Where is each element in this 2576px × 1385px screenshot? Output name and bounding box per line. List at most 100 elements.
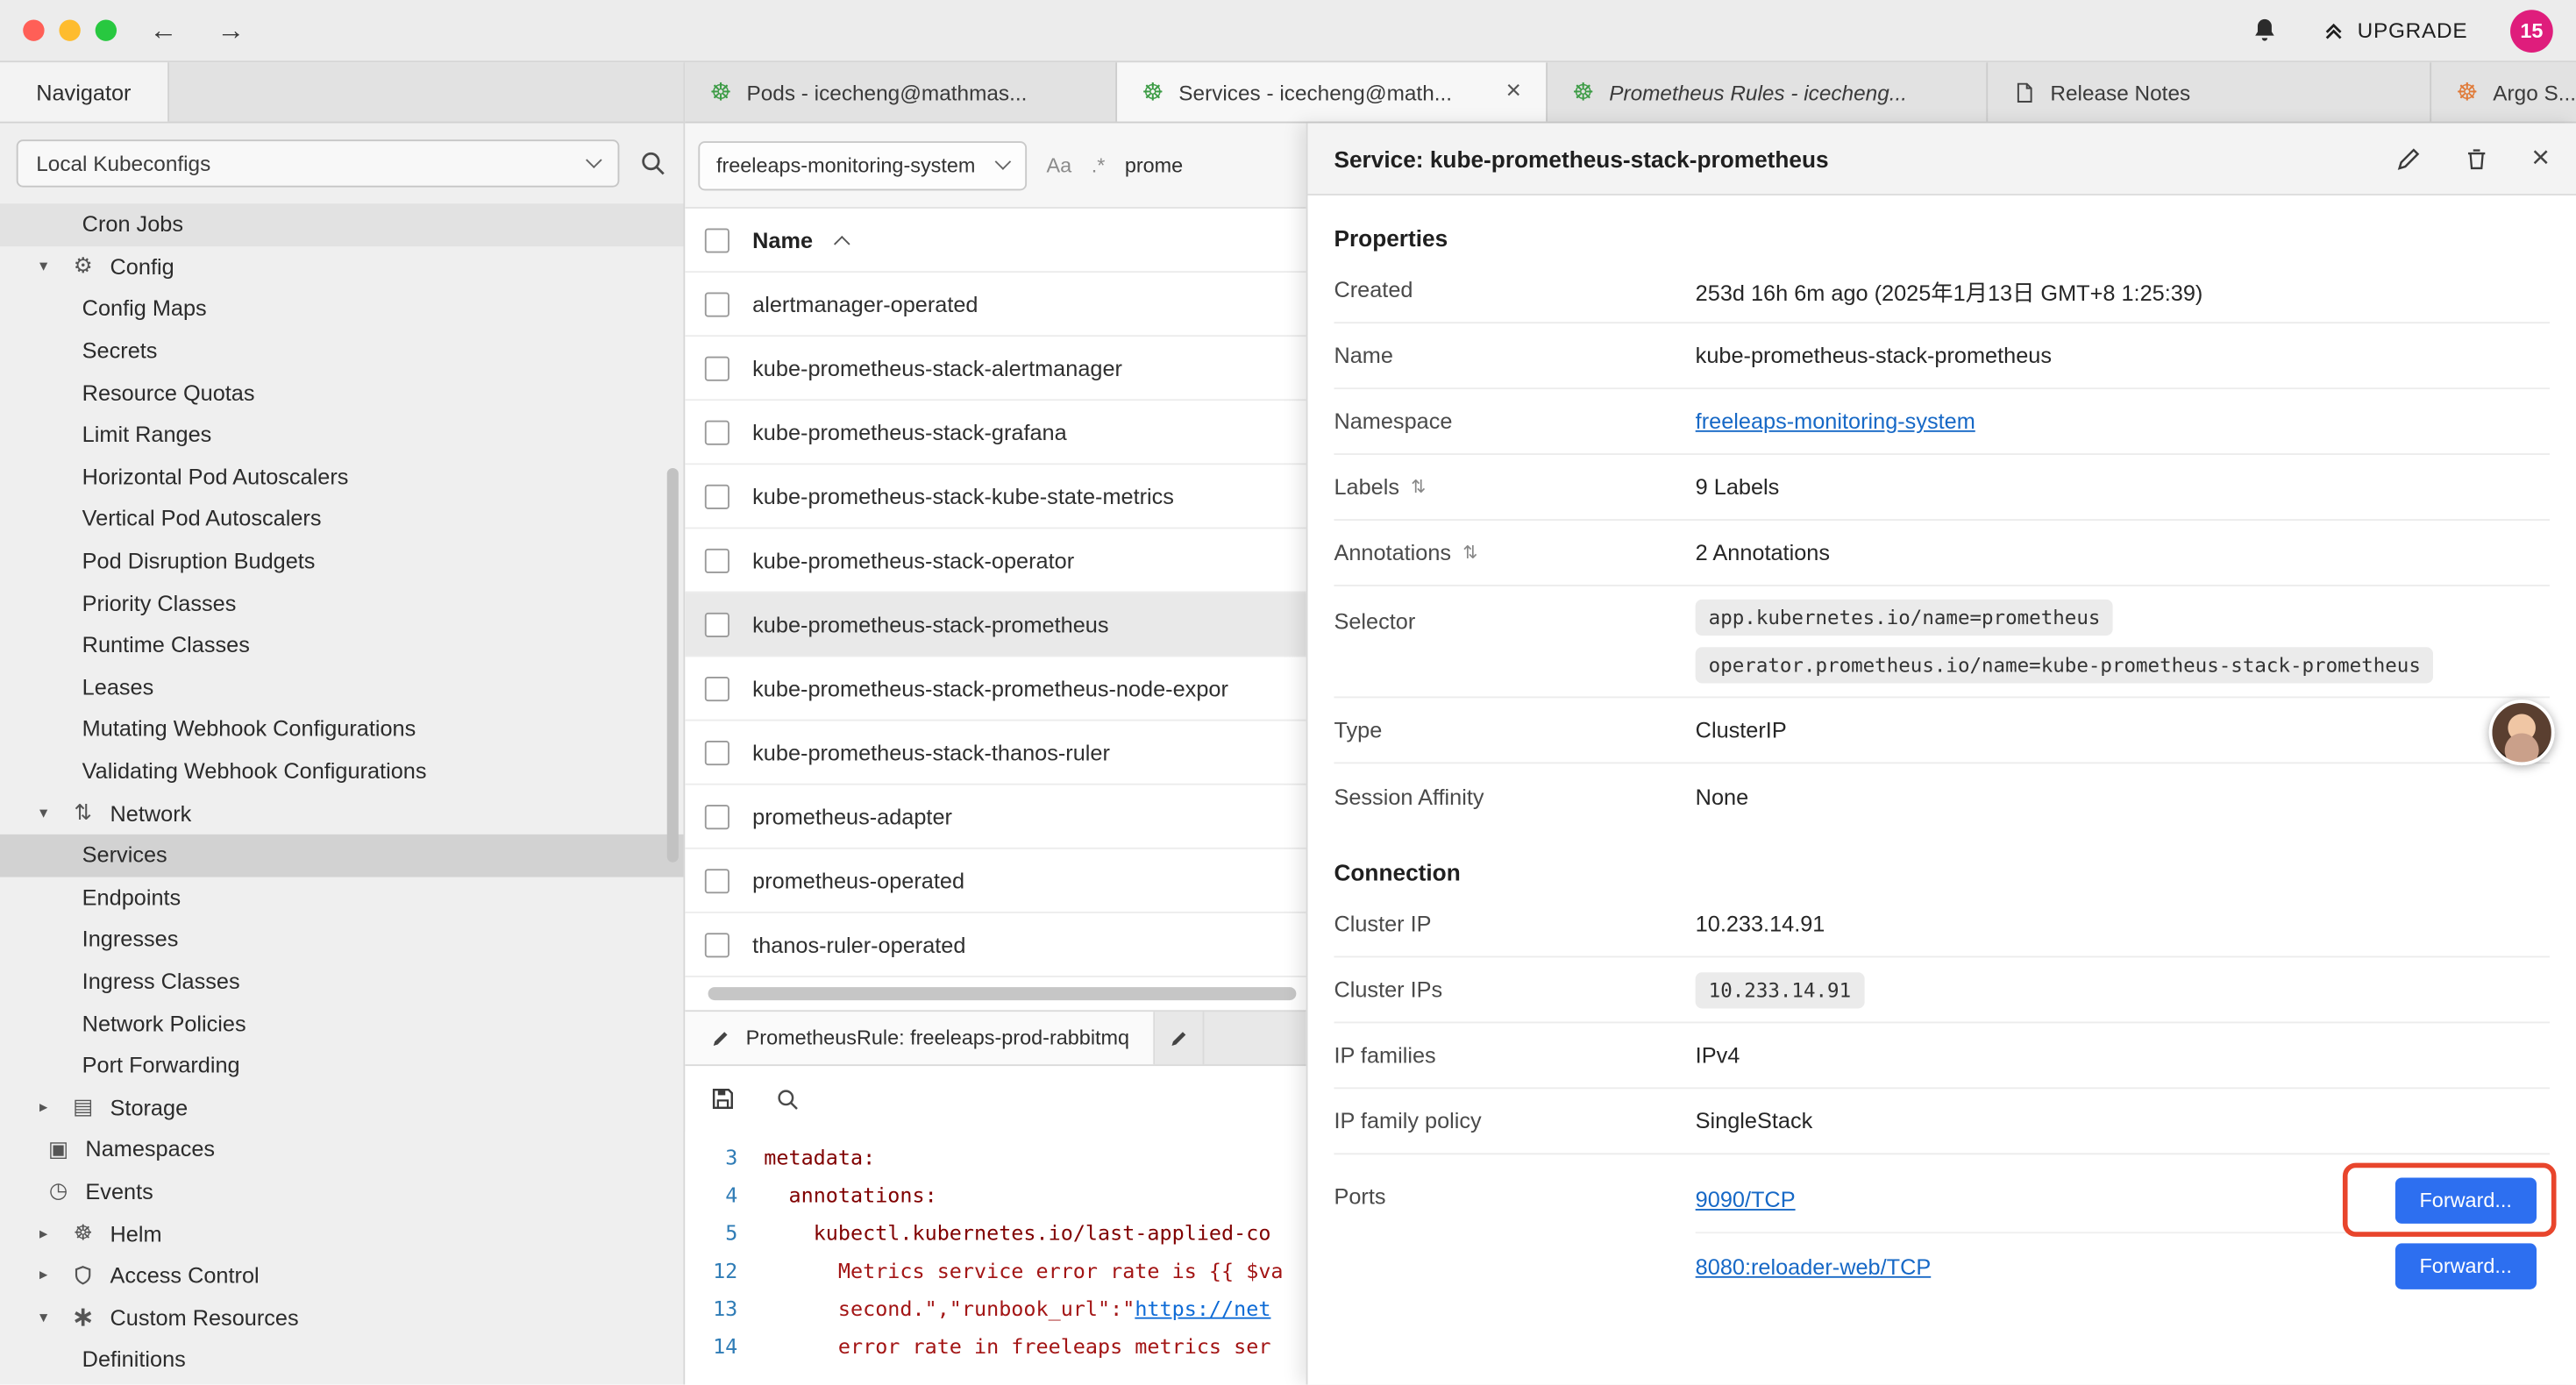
pencil-icon (1169, 1027, 1190, 1048)
row-checkbox[interactable] (705, 740, 729, 764)
name-column-header[interactable]: Name (752, 228, 813, 252)
chevron-down-icon (586, 152, 602, 168)
table-row[interactable]: kube-prometheus-stack-thanos-ruler (685, 721, 1306, 785)
tab-release-notes[interactable]: Release Notes (1988, 62, 2431, 121)
sidebar-item-horizontal-pod-autoscalers[interactable]: Horizontal Pod Autoscalers (0, 456, 683, 498)
table-row[interactable]: prometheus-operated (685, 849, 1306, 913)
editor-toolbar (685, 1066, 1306, 1132)
sidebar-item-access-control[interactable]: ▸ Access Control (0, 1254, 683, 1296)
tab-services[interactable]: ☸ Services - icecheng@math... × (1117, 62, 1548, 121)
user-avatar[interactable] (2489, 700, 2555, 765)
sidebar-item-endpoints[interactable]: Endpoints (0, 877, 683, 919)
namespace-filter-dropdown[interactable]: freeleaps-monitoring-system (698, 140, 1027, 189)
sidebar-search-icon[interactable] (639, 150, 667, 178)
tab-pods[interactable]: ☸ Pods - icecheng@mathmas... (685, 62, 1117, 121)
sidebar-item-config-maps[interactable]: Config Maps (0, 288, 683, 330)
sidebar-item-port-forwarding[interactable]: Port Forwarding (0, 1044, 683, 1086)
sidebar-item-helm[interactable]: ▸ ☸ Helm (0, 1212, 683, 1254)
trash-icon[interactable] (2464, 146, 2488, 172)
sidebar-item-network[interactable]: ▾ ⇅ Network (0, 792, 683, 835)
sidebar-item-definitions[interactable]: Definitions (0, 1339, 683, 1381)
back-arrow-icon[interactable]: ← (150, 14, 178, 46)
sidebar-scrollbar[interactable] (667, 468, 679, 863)
upgrade-button[interactable]: UPGRADE (2321, 18, 2467, 43)
sidebar-item-ingresses[interactable]: Ingresses (0, 919, 683, 961)
sidebar-item-services[interactable]: Services (0, 835, 683, 877)
regex-toggle[interactable]: .* (1092, 153, 1106, 176)
maximize-window-button[interactable] (96, 19, 117, 40)
sidebar-item-namespaces[interactable]: ▣ Namespaces (0, 1128, 683, 1170)
editor-line: 12 Metrics service error rate is {{ $va (685, 1252, 1306, 1289)
row-checkbox[interactable] (705, 868, 729, 892)
table-row-selected[interactable]: kube-prometheus-stack-prometheus (685, 593, 1306, 657)
namespace-link[interactable]: freeleaps-monitoring-system (1696, 409, 1975, 434)
row-checkbox[interactable] (705, 676, 729, 700)
yaml-editor[interactable]: 3 metadata: 4 annotations: 5 kubectl.kub… (685, 1132, 1306, 1385)
table-row[interactable]: kube-prometheus-stack-kube-state-metrics (685, 465, 1306, 529)
row-checkbox[interactable] (705, 484, 729, 508)
edit-pencil-icon[interactable] (2395, 146, 2422, 172)
sort-updown-icon[interactable]: ⇅ (1411, 476, 1426, 497)
dock-tab-partial[interactable] (1156, 1012, 1205, 1064)
editor-search-icon[interactable] (775, 1086, 800, 1111)
sidebar-item-vertical-pod-autoscalers[interactable]: Vertical Pod Autoscalers (0, 498, 683, 540)
minimize-window-button[interactable] (59, 19, 80, 40)
notification-count-badge[interactable]: 15 (2510, 9, 2553, 52)
sidebar-item-storage[interactable]: ▸ ▤ Storage (0, 1086, 683, 1128)
horizontal-scrollbar[interactable] (685, 977, 1306, 1010)
sidebar-item-pod-disruption-budgets[interactable]: Pod Disruption Budgets (0, 540, 683, 582)
forward-button-9090[interactable]: Forward... (2395, 1177, 2537, 1223)
row-checkbox[interactable] (705, 804, 729, 828)
close-drawer-icon[interactable]: × (2531, 143, 2550, 174)
select-all-checkbox[interactable] (705, 228, 729, 252)
dock-tab-prometheusrule[interactable]: PrometheusRule: freeleaps-prod-rabbitmq (685, 1012, 1156, 1064)
properties-section-heading: Properties (1334, 225, 2550, 252)
navigator-tab[interactable]: Navigator (0, 62, 169, 121)
kubeconfig-selector[interactable]: Local Kubeconfigs (17, 139, 620, 187)
sidebar-item-mutating-webhook-configurations[interactable]: Mutating Webhook Configurations (0, 708, 683, 750)
sidebar-item-runtime-classes[interactable]: Runtime Classes (0, 624, 683, 666)
close-window-button[interactable] (23, 19, 44, 40)
row-checkbox[interactable] (705, 292, 729, 316)
row-checkbox[interactable] (705, 356, 729, 380)
tab-prometheus-rules[interactable]: ☸ Prometheus Rules - icecheng... (1548, 62, 1988, 121)
table-row[interactable]: thanos-ruler-operated (685, 913, 1306, 977)
created-row: Created 253d 16h 6m ago (2025年1月13日 GMT+… (1334, 258, 2550, 323)
sidebar-item-priority-classes[interactable]: Priority Classes (0, 582, 683, 624)
row-checkbox[interactable] (705, 548, 729, 572)
sidebar-item-resource-quotas[interactable]: Resource Quotas (0, 372, 683, 414)
table-row[interactable]: kube-prometheus-stack-grafana (685, 401, 1306, 465)
ip-family-policy-row: IP family policy SingleStack (1334, 1089, 2550, 1154)
port-link-8080[interactable]: 8080:reloader-web/TCP (1696, 1254, 1932, 1279)
table-row[interactable]: kube-prometheus-stack-alertmanager (685, 337, 1306, 401)
sidebar-item-ingress-classes[interactable]: Ingress Classes (0, 961, 683, 1003)
table-row[interactable]: kube-prometheus-stack-prometheus-node-ex… (685, 657, 1306, 721)
tab-argo[interactable]: ☸ Argo S... (2431, 62, 2576, 121)
port-link-9090[interactable]: 9090/TCP (1696, 1188, 1796, 1212)
sort-updown-icon[interactable]: ⇅ (1462, 542, 1477, 563)
table-row[interactable]: prometheus-adapter (685, 785, 1306, 849)
chevron-down-icon: ▾ (39, 258, 56, 276)
sidebar-item-cron-jobs[interactable]: Cron Jobs (0, 203, 683, 245)
bell-icon[interactable] (2251, 17, 2279, 45)
row-checkbox[interactable] (705, 612, 729, 636)
save-icon[interactable] (709, 1086, 736, 1112)
close-tab-icon[interactable]: × (1506, 77, 1522, 107)
row-checkbox[interactable] (705, 420, 729, 444)
table-row[interactable]: alertmanager-operated (685, 273, 1306, 337)
forward-button-8080[interactable]: Forward... (2395, 1243, 2537, 1289)
sidebar-item-secrets[interactable]: Secrets (0, 330, 683, 372)
list-search-input[interactable]: prome (1125, 153, 1183, 176)
sidebar-item-events[interactable]: ◷ Events (0, 1170, 683, 1212)
sidebar-item-network-policies[interactable]: Network Policies (0, 1002, 683, 1044)
sidebar-item-config[interactable]: ▾ ⚙ Config (0, 245, 683, 288)
sidebar-item-validating-webhook-configurations[interactable]: Validating Webhook Configurations (0, 750, 683, 792)
sidebar-item-custom-resources[interactable]: ▾ ∗ Custom Resources (0, 1296, 683, 1339)
forward-arrow-icon[interactable]: → (217, 14, 245, 46)
table-row[interactable]: kube-prometheus-stack-operator (685, 529, 1306, 593)
row-checkbox[interactable] (705, 932, 729, 956)
session-affinity-row: Session Affinity None (1334, 764, 2550, 829)
sidebar-item-limit-ranges[interactable]: Limit Ranges (0, 414, 683, 456)
sidebar-item-leases[interactable]: Leases (0, 666, 683, 708)
match-case-toggle[interactable]: Aa (1047, 153, 1072, 176)
